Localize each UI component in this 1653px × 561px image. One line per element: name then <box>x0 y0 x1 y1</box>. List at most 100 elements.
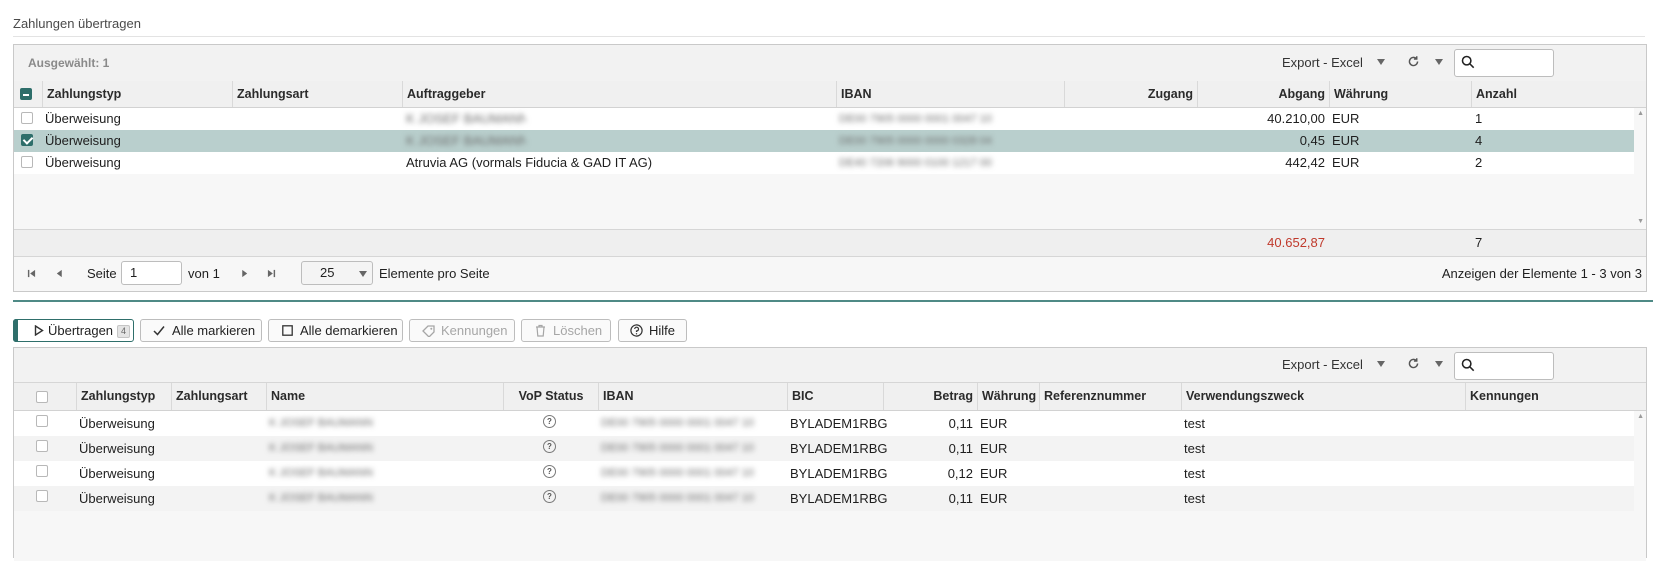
cell-verwendungszweck: test <box>1184 416 1205 431</box>
column-header-waehrung[interactable]: Währung <box>1329 81 1471 107</box>
row-checkbox[interactable] <box>21 112 33 124</box>
export-excel-button[interactable]: Export - Excel <box>1282 55 1363 70</box>
refresh-dropdown-chevron-icon[interactable] <box>1435 59 1443 65</box>
row-checkbox[interactable] <box>21 134 33 146</box>
grid-toolbar: Ausgewählt: 1 Export - Excel <box>14 45 1646 82</box>
row-checkbox[interactable] <box>36 440 48 452</box>
select-all-checkbox[interactable] <box>36 391 48 403</box>
cell-iban: DE40 7206 9000 0100 1217 00 <box>839 157 992 169</box>
cell-bic: BYLADEM1RBG <box>790 466 888 481</box>
table-row[interactable]: Überweisung K JOSEF BAUMANN ? DE00 7905 … <box>14 461 1634 486</box>
cell-zahlungstyp: Überweisung <box>45 111 121 126</box>
grid-search-input[interactable] <box>1454 352 1554 380</box>
column-header-auftraggeber[interactable]: Auftraggeber <box>402 81 836 107</box>
column-header-vop-status[interactable]: VoP Status <box>503 383 598 410</box>
cell-bic: BYLADEM1RBG <box>790 416 888 431</box>
help-button[interactable]: Hilfe <box>618 319 687 342</box>
column-header-zahlungstyp[interactable]: Zahlungstyp <box>76 383 171 410</box>
cell-verwendungszweck: test <box>1184 466 1205 481</box>
vop-status-help-icon[interactable]: ? <box>543 490 556 503</box>
column-header-zahlungsart[interactable]: Zahlungsart <box>171 383 266 410</box>
table-row[interactable]: Überweisung K JOSEF BAUMANN 1 DE00 7905 … <box>14 108 1634 130</box>
column-header-iban[interactable]: IBAN <box>836 81 1064 107</box>
select-all-checkbox[interactable] <box>20 88 32 100</box>
column-header-waehrung[interactable]: Währung <box>977 383 1039 410</box>
column-header-verwendungszweck[interactable]: Verwendungszweck <box>1181 383 1465 410</box>
first-page-icon[interactable] <box>27 269 36 278</box>
help-label: Hilfe <box>649 323 676 338</box>
column-header-iban[interactable]: IBAN <box>598 383 787 410</box>
column-header-referenznummer[interactable]: Referenznummer <box>1039 383 1181 410</box>
table-row[interactable]: Überweisung Atruvia AG (vormals Fiducia … <box>14 152 1634 174</box>
row-checkbox[interactable] <box>36 465 48 477</box>
selected-count-label: Ausgewählt: 1 <box>28 56 110 70</box>
scroll-down-arrow-icon[interactable]: ▼ <box>1637 218 1644 225</box>
grid-search-input[interactable] <box>1454 49 1554 77</box>
row-checkbox[interactable] <box>36 415 48 427</box>
last-page-icon[interactable] <box>267 269 276 278</box>
mark-all-button[interactable]: Alle markieren <box>140 319 262 342</box>
column-header-zahlungstyp[interactable]: Zahlungstyp <box>42 81 232 107</box>
table-row[interactable]: Überweisung K JOSEF BAUMANN ? DE00 7905 … <box>14 436 1634 461</box>
unmark-all-button[interactable]: Alle demarkieren <box>268 319 403 342</box>
cell-betrag: 0,11 <box>948 491 973 506</box>
export-excel-button[interactable]: Export - Excel <box>1282 357 1363 372</box>
export-dropdown-chevron-icon[interactable] <box>1377 59 1385 65</box>
cell-auftraggeber: Atruvia AG (vormals Fiducia & GAD IT AG) <box>406 155 653 170</box>
cell-zahlungstyp: Überweisung <box>79 491 155 506</box>
cell-auftraggeber: K JOSEF BAUMANN 1 <box>406 111 526 126</box>
tags-button[interactable]: Kennungen <box>409 319 515 342</box>
delete-button[interactable]: Löschen <box>521 319 611 342</box>
cell-zahlungstyp: Überweisung <box>79 441 155 456</box>
column-header-zahlungsart[interactable]: Zahlungsart <box>232 81 402 107</box>
column-header-zugang[interactable]: Zugang <box>1064 81 1197 107</box>
cell-iban: DE00 7905 0000 0001 0047 10 <box>601 492 754 504</box>
cell-betrag: 0,11 <box>948 416 973 431</box>
cell-waehrung: EUR <box>980 491 1008 506</box>
page-size-chevron-icon[interactable] <box>359 271 367 277</box>
cell-iban: DE00 7905 0000 0001 0047 10 <box>839 113 992 125</box>
page-number-input[interactable]: 1 <box>121 261 182 285</box>
table-row-selected[interactable]: Überweisung K JOSEF BAUMANN 2 DE00 7905 … <box>14 130 1634 152</box>
totals-row: 40.652,87 7 <box>14 229 1646 256</box>
export-dropdown-chevron-icon[interactable] <box>1377 361 1385 367</box>
cell-betrag: 0,11 <box>948 441 973 456</box>
column-header-betrag[interactable]: Betrag <box>883 383 977 410</box>
grid-header: Zahlungstyp Zahlungsart Auftraggeber IBA… <box>14 81 1646 108</box>
previous-page-icon[interactable] <box>55 269 64 278</box>
empty-checkbox-icon <box>282 325 293 336</box>
row-checkbox[interactable] <box>36 490 48 502</box>
page-title: Zahlungen übertragen <box>13 16 141 31</box>
cell-waehrung: EUR <box>980 466 1008 481</box>
cell-abgang: 0,45 <box>1299 133 1325 148</box>
cell-iban: DE00 7905 0000 0001 0047 10 <box>601 467 754 479</box>
vop-status-help-icon[interactable]: ? <box>543 440 556 453</box>
scroll-up-arrow-icon[interactable]: ▲ <box>1637 413 1644 420</box>
table-row[interactable]: Überweisung K JOSEF BAUMANN ? DE00 7905 … <box>14 411 1634 436</box>
column-header-bic[interactable]: BIC <box>787 383 883 410</box>
row-checkbox[interactable] <box>21 156 33 168</box>
column-header-abgang[interactable]: Abgang <box>1197 81 1329 107</box>
column-header-anzahl[interactable]: Anzahl <box>1471 81 1548 107</box>
cell-zahlungstyp: Überweisung <box>79 416 155 431</box>
cell-anzahl: 2 <box>1475 155 1483 170</box>
column-header-name[interactable]: Name <box>266 383 503 410</box>
cell-name: K JOSEF BAUMANN <box>269 442 373 454</box>
vop-status-help-icon[interactable]: ? <box>543 465 556 478</box>
cell-iban: DE00 7905 0000 0001 0047 10 <box>601 442 754 454</box>
scroll-up-arrow-icon[interactable]: ▲ <box>1637 110 1644 117</box>
vop-status-help-icon[interactable]: ? <box>543 415 556 428</box>
table-row[interactable]: Überweisung K JOSEF BAUMANN ? DE00 7905 … <box>14 486 1634 511</box>
unmark-all-label: Alle demarkieren <box>300 323 398 338</box>
next-page-icon[interactable] <box>240 269 249 278</box>
cell-name: K JOSEF BAUMANN <box>269 492 373 504</box>
column-header-kennungen[interactable]: Kennungen <box>1465 383 1548 410</box>
pagination-bar: Seite 1 von 1 25 Elemente pro Seite Anze… <box>14 256 1646 291</box>
payments-summary-grid: Ausgewählt: 1 Export - Excel Zahlungstyp… <box>13 44 1647 292</box>
refresh-dropdown-chevron-icon[interactable] <box>1435 361 1443 367</box>
cell-zahlungstyp: Überweisung <box>79 466 155 481</box>
refresh-icon[interactable] <box>1407 55 1420 68</box>
transfer-button[interactable]: Übertragen 4 <box>13 319 134 342</box>
refresh-icon[interactable] <box>1407 357 1420 370</box>
page-size-select[interactable]: 25 <box>301 261 373 285</box>
